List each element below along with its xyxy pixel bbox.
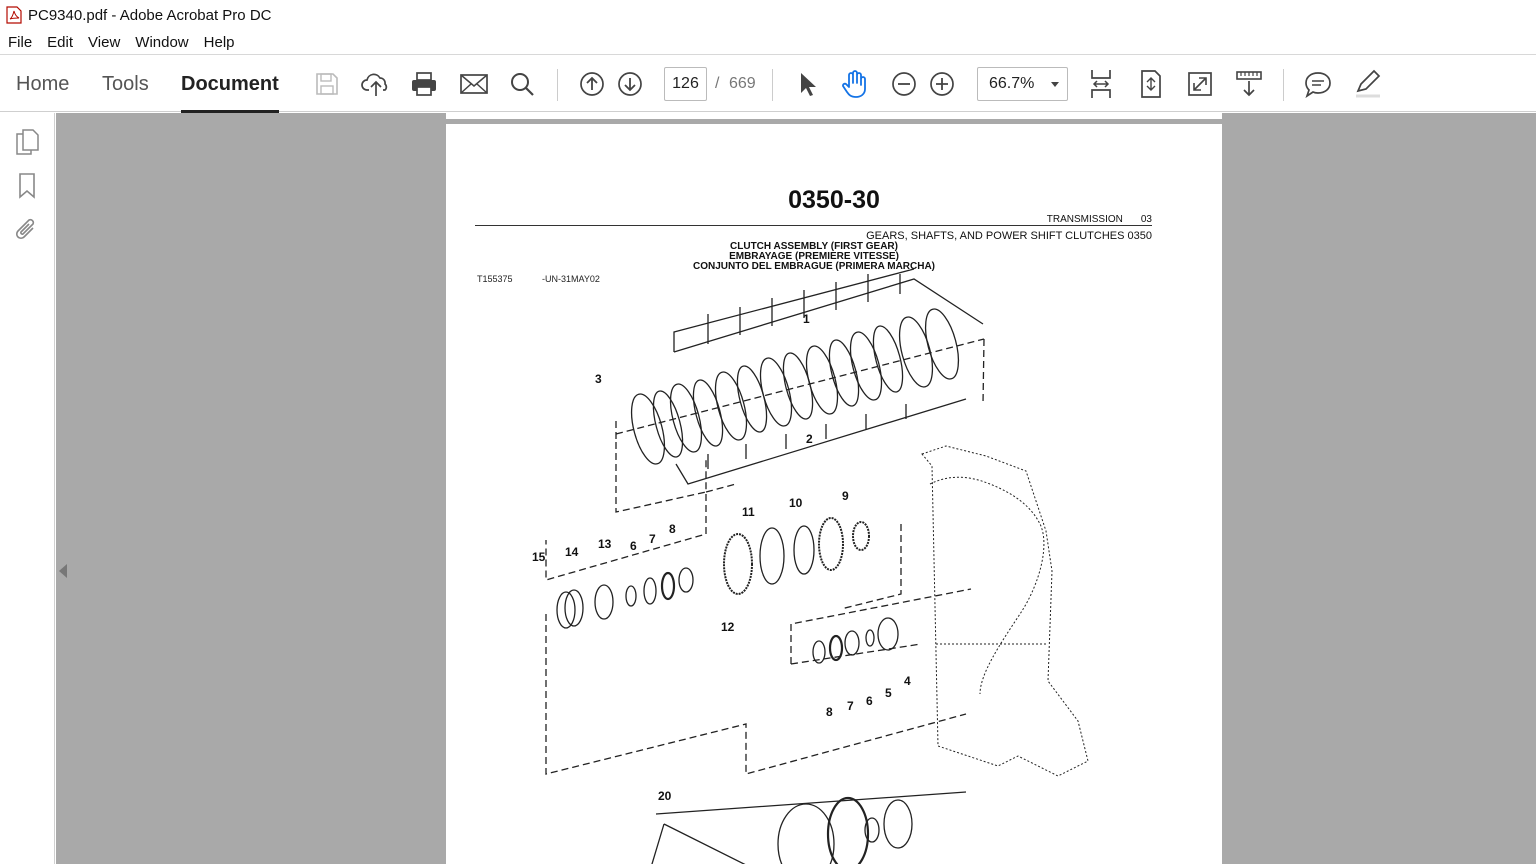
- page-separator: /: [715, 75, 720, 92]
- callout-9: 9: [842, 489, 849, 503]
- menu-bar: File Edit View Window Help: [0, 30, 1536, 54]
- full-screen-button[interactable]: [1183, 68, 1217, 100]
- callout-8a: 8: [669, 522, 676, 536]
- zoom-in-icon: [930, 72, 954, 96]
- callout-1: 1: [803, 312, 810, 326]
- callout-10: 10: [789, 496, 803, 510]
- print-icon: [412, 72, 436, 96]
- menu-window[interactable]: Window: [135, 34, 188, 51]
- chevron-down-icon: [1051, 82, 1059, 87]
- toolbar-separator: [557, 69, 558, 101]
- highlight-button[interactable]: [1350, 68, 1384, 100]
- tab-home[interactable]: Home: [16, 73, 69, 96]
- left-nav-panel: [0, 113, 55, 864]
- zoom-select[interactable]: 66.7%: [977, 67, 1068, 101]
- callout-13: 13: [598, 537, 612, 551]
- mail-icon: [460, 74, 488, 94]
- callout-6a: 6: [630, 539, 637, 553]
- window-title: PC9340.pdf - Adobe Acrobat Pro DC: [28, 6, 272, 24]
- toolbar-separator: [1283, 69, 1284, 101]
- search-icon: [511, 73, 534, 96]
- prev-page-icon: [580, 72, 604, 96]
- pen-icon: [1356, 69, 1381, 98]
- paperclip-icon: [15, 218, 35, 240]
- menu-edit[interactable]: Edit: [47, 34, 73, 51]
- search-button[interactable]: [505, 68, 539, 100]
- select-arrow-icon: [801, 73, 816, 96]
- hand-tool-button[interactable]: [838, 68, 872, 100]
- save-icon: [316, 73, 338, 95]
- callout-6b: 6: [866, 694, 873, 708]
- pdf-file-icon: [6, 6, 22, 24]
- toolbar: Home Tools Document 126 / 669 66.7%: [0, 54, 1536, 113]
- callout-15: 15: [532, 550, 546, 564]
- full-screen-icon: [1188, 72, 1212, 96]
- fit-width-button[interactable]: [1084, 68, 1118, 100]
- select-tool-button[interactable]: [790, 68, 824, 100]
- panel-expand-arrow-icon[interactable]: [59, 564, 67, 578]
- callout-20: 20: [658, 789, 672, 803]
- previous-page-edge: [446, 113, 1222, 119]
- callout-12: 12: [721, 620, 735, 634]
- clutch-pack-drawing: [545, 268, 1089, 864]
- callout-3: 3: [595, 372, 602, 386]
- zoom-out-icon: [892, 72, 916, 96]
- bookmarks-button[interactable]: [12, 171, 42, 201]
- page-thumbnails-button[interactable]: [12, 127, 42, 157]
- save-button[interactable]: [310, 68, 344, 100]
- hand-icon: [842, 70, 866, 98]
- bookmark-icon: [19, 173, 35, 199]
- tab-tools[interactable]: Tools: [102, 73, 149, 96]
- zoom-in-button[interactable]: [925, 68, 959, 100]
- pdf-page: 0350-30 TRANSMISSION 03 GEARS, SHAFTS, AN…: [446, 124, 1222, 864]
- email-button[interactable]: [457, 68, 491, 100]
- title-bar: PC9340.pdf - Adobe Acrobat Pro DC: [0, 0, 1536, 30]
- page-total: 669: [729, 75, 756, 92]
- print-button[interactable]: [407, 68, 441, 100]
- fit-page-icon: [1141, 70, 1161, 98]
- scrolling-mode-button[interactable]: [1232, 68, 1266, 100]
- callout-8b: 8: [826, 705, 833, 719]
- callout-14: 14: [565, 545, 579, 559]
- callout-11: 11: [742, 505, 755, 519]
- cloud-upload-icon: [361, 73, 388, 96]
- page-thumbnails-icon: [16, 129, 39, 155]
- callout-4: 4: [904, 674, 911, 688]
- tab-document[interactable]: Document: [181, 73, 279, 113]
- callout-7b: 7: [847, 699, 854, 713]
- page-number-input[interactable]: 126: [664, 67, 707, 101]
- fit-width-icon: [1091, 70, 1111, 98]
- fit-page-button[interactable]: [1134, 68, 1168, 100]
- attachments-button[interactable]: [12, 215, 42, 245]
- menu-help[interactable]: Help: [204, 34, 235, 51]
- comment-icon: [1305, 72, 1331, 98]
- exploded-parts-diagram: 1 2 3 4 5 6 6 7 7 8 8 9 10 11 12 13 14 1…: [532, 268, 1089, 864]
- callout-labels: 1 2 3 4 5 6 6 7 7 8 8 9 10 11 12 13 14 1…: [532, 312, 911, 803]
- menu-view[interactable]: View: [88, 34, 120, 51]
- prev-page-button[interactable]: [575, 68, 609, 100]
- zoom-value: 66.7%: [989, 75, 1035, 92]
- callout-7a: 7: [649, 532, 656, 546]
- toolbar-separator: [772, 69, 773, 101]
- comment-button[interactable]: [1301, 68, 1335, 100]
- upload-button[interactable]: [359, 68, 393, 100]
- next-page-icon: [618, 72, 642, 96]
- callout-5: 5: [885, 686, 892, 700]
- menu-file[interactable]: File: [8, 34, 32, 51]
- callout-2: 2: [806, 432, 813, 446]
- document-viewer[interactable]: 0350-30 TRANSMISSION 03 GEARS, SHAFTS, AN…: [56, 113, 1536, 864]
- next-page-button[interactable]: [613, 68, 647, 100]
- scroll-mode-icon: [1236, 71, 1262, 97]
- zoom-out-button[interactable]: [887, 68, 921, 100]
